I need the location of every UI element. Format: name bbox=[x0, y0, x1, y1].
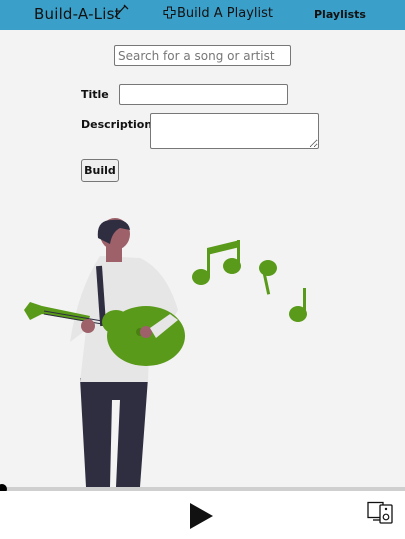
guitarist-illustration bbox=[24, 218, 307, 487]
nav-build-label: Build A Playlist bbox=[177, 6, 273, 21]
build-button[interactable]: Build bbox=[81, 159, 119, 182]
nav-playlists-link[interactable]: Playlists bbox=[314, 8, 366, 21]
connect-device-icon[interactable] bbox=[367, 501, 395, 525]
play-icon[interactable] bbox=[188, 502, 214, 530]
description-field[interactable] bbox=[150, 113, 319, 149]
description-label: Description bbox=[81, 118, 153, 131]
search-input[interactable] bbox=[114, 45, 291, 66]
brand-title[interactable]: Build-A-List bbox=[34, 5, 121, 23]
nav-build-playlist-link[interactable]: Build A Playlist bbox=[163, 6, 273, 21]
plus-icon bbox=[163, 6, 176, 19]
title-label: Title bbox=[81, 88, 109, 101]
wand-icon bbox=[114, 4, 129, 18]
music-notes-icon bbox=[192, 240, 307, 322]
navbar: Build-A-List Build A Playlist Playlists bbox=[0, 0, 405, 30]
title-field[interactable] bbox=[119, 84, 288, 105]
player-bar bbox=[0, 491, 405, 539]
